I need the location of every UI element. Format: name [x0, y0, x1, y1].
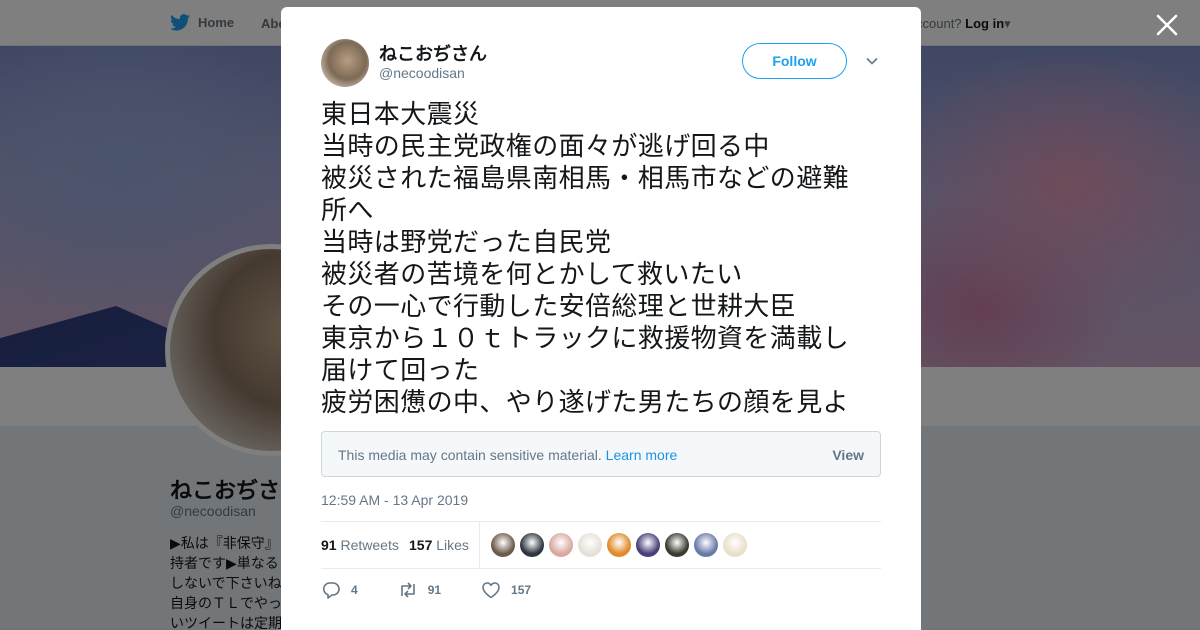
- liker-avatar[interactable]: [491, 533, 515, 557]
- likes-count: 157: [409, 537, 433, 553]
- learn-more-link[interactable]: Learn more: [606, 447, 678, 463]
- tweet-line: 当時の民主党政権の面々が逃げ回る中: [321, 132, 770, 162]
- chevron-down-icon[interactable]: [865, 54, 879, 68]
- tweet-timestamp[interactable]: 12:59 AM - 13 Apr 2019: [321, 492, 468, 508]
- reply-count: 4: [351, 583, 358, 597]
- likes-stat[interactable]: 157 Likes: [409, 537, 469, 553]
- retweet-action[interactable]: 91: [398, 581, 441, 599]
- liker-avatar[interactable]: [578, 533, 602, 557]
- liker-avatar[interactable]: [723, 533, 747, 557]
- heart-icon: [482, 582, 500, 599]
- sensitive-message: This media may contain sensitive materia…: [338, 447, 677, 463]
- tweet-line: その一心で行動した安倍総理と世耕大臣: [321, 292, 797, 322]
- tweet-line: 東京から１０ｔトラックに救援物資を満載し: [321, 324, 850, 354]
- like-action[interactable]: 157: [481, 581, 531, 599]
- retweets-count: 91: [321, 537, 337, 553]
- retweets-stat[interactable]: 91 Retweets: [321, 537, 399, 553]
- retweet-icon: [400, 582, 415, 598]
- tweet-line: 当時は野党だった自民党: [321, 228, 612, 258]
- close-icon[interactable]: [1154, 12, 1180, 38]
- tweet-line: 東日本大震災: [321, 100, 480, 130]
- liker-avatar[interactable]: [520, 533, 544, 557]
- tweet-stats: 91 Retweets 157 Likes: [321, 521, 881, 569]
- reply-action[interactable]: 4: [321, 581, 358, 599]
- author-name[interactable]: ねこおぢさん: [379, 40, 487, 66]
- liker-avatars: [491, 533, 747, 557]
- view-media-button[interactable]: View: [832, 447, 864, 463]
- retweets-label: Retweets: [340, 537, 399, 553]
- tweet-modal: ねこおぢさん @necoodisan Follow 東日本大震災 当時の民主党政…: [281, 7, 921, 630]
- tweet-line: 疲労困憊の中、やり遂げた男たちの顔を見よ: [321, 388, 850, 418]
- author-avatar[interactable]: [321, 39, 369, 87]
- liker-avatar[interactable]: [694, 533, 718, 557]
- stats-divider: [479, 522, 480, 569]
- liker-avatar[interactable]: [607, 533, 631, 557]
- tweet-line: 所へ: [321, 196, 374, 226]
- liker-avatar[interactable]: [549, 533, 573, 557]
- sensitive-text: This media may contain sensitive materia…: [338, 447, 602, 463]
- liker-avatar[interactable]: [665, 533, 689, 557]
- retweet-count: 91: [427, 583, 442, 597]
- tweet-line: 届けて回った: [321, 356, 480, 386]
- tweet-line: 被災された福島県南相馬・相馬市などの避難: [321, 164, 850, 194]
- tweet-actions: 4 91 157: [321, 581, 571, 599]
- likes-label: Likes: [436, 537, 469, 553]
- liker-avatar[interactable]: [636, 533, 660, 557]
- reply-icon: [322, 582, 340, 599]
- follow-button[interactable]: Follow: [742, 43, 847, 79]
- sensitive-media-notice: This media may contain sensitive materia…: [321, 431, 881, 477]
- author-handle[interactable]: @necoodisan: [379, 65, 465, 81]
- tweet-line: 被災者の苦境を何とかして救いたい: [321, 260, 743, 290]
- tweet-text: 東日本大震災 当時の民主党政権の面々が逃げ回る中 被災された福島県南相馬・相馬市…: [321, 99, 881, 419]
- like-count: 157: [511, 583, 532, 597]
